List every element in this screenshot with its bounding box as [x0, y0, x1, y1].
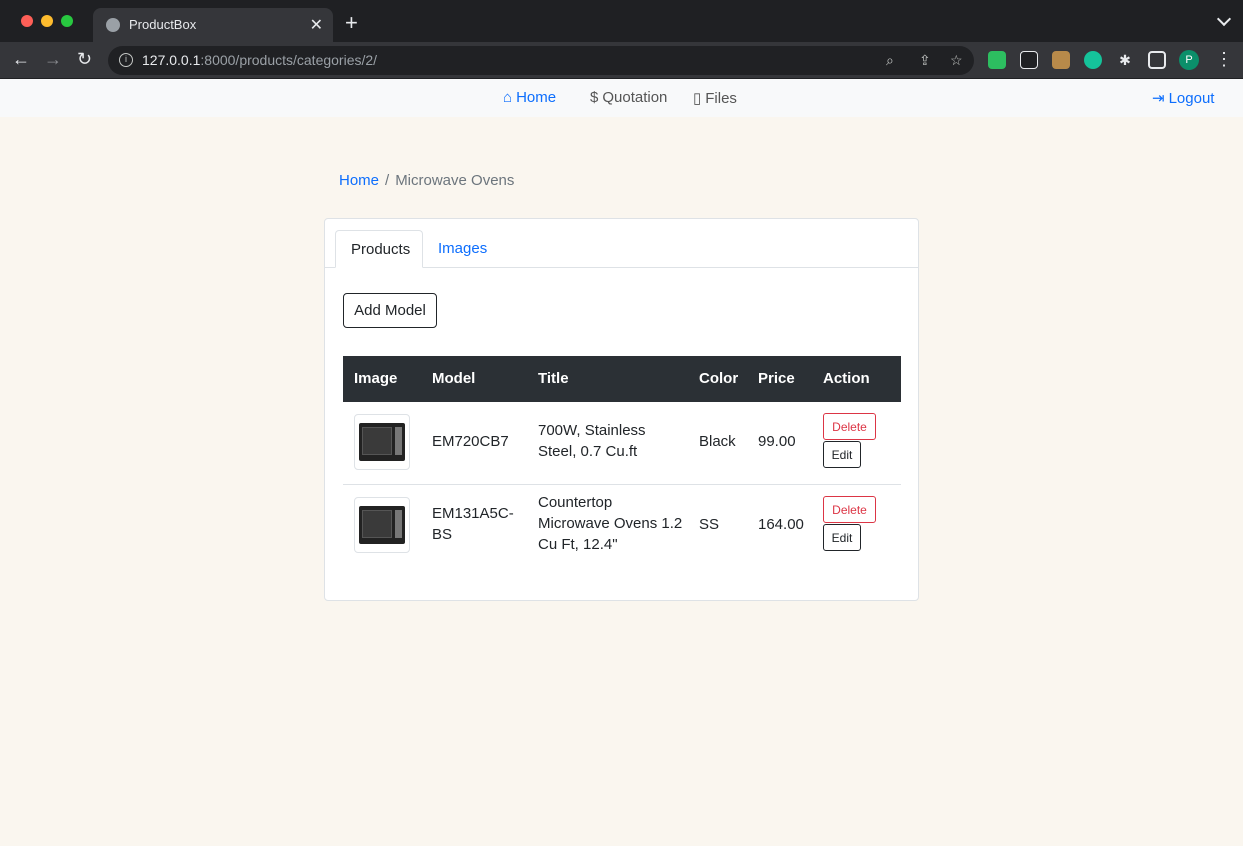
- nav-home-link[interactable]: ⌂ Home: [503, 89, 556, 106]
- color-cell: SS: [699, 516, 720, 533]
- add-model-button[interactable]: Add Model: [343, 293, 437, 328]
- browser-tab[interactable]: ProductBox ✕: [93, 8, 333, 42]
- header-image: Image: [354, 370, 398, 387]
- extension-icon[interactable]: [1052, 51, 1070, 69]
- header-color: Color: [699, 370, 739, 387]
- tab-products[interactable]: Products: [335, 230, 423, 268]
- price-cell: 99.00: [758, 433, 796, 450]
- side-panel-icon[interactable]: [1148, 51, 1166, 69]
- close-tab-icon[interactable]: ✕: [310, 15, 323, 35]
- dollar-icon: $: [590, 89, 599, 106]
- maximize-window-button[interactable]: [61, 15, 73, 27]
- title-cell: Countertop Microwave Ovens 1.2 Cu Ft, 12…: [538, 494, 683, 553]
- address-bar[interactable]: i 127.0.0.1:8000/products/categories/2/ …: [108, 46, 974, 75]
- products-card: Products Images Add Model Image Model Ti…: [324, 218, 919, 601]
- tab-images[interactable]: Images: [423, 230, 502, 268]
- edit-button[interactable]: Edit: [823, 524, 861, 551]
- table-header: Image Model Title Color Price Action: [343, 356, 901, 402]
- app-navbar: ⌂ Home $ Quotation ▯ Files ⇥ Logout: [0, 79, 1243, 117]
- product-image[interactable]: [354, 414, 410, 470]
- header-title: Title: [538, 370, 569, 387]
- minimize-window-button[interactable]: [41, 15, 53, 27]
- file-icon: ▯: [693, 90, 702, 107]
- close-window-button[interactable]: [21, 15, 33, 27]
- edit-button[interactable]: Edit: [823, 441, 861, 468]
- color-cell: Black: [699, 433, 736, 450]
- product-image[interactable]: [354, 497, 410, 553]
- nav-files-link[interactable]: ▯ Files: [693, 89, 737, 107]
- delete-button[interactable]: Delete: [823, 496, 876, 523]
- browser-tab-strip: ProductBox ✕ +: [0, 0, 1243, 42]
- breadcrumb-separator: /: [385, 172, 390, 189]
- model-cell: EM131A5C- BS: [432, 505, 514, 543]
- browser-toolbar: ← → ↻ i 127.0.0.1:8000/products/categori…: [0, 42, 1243, 79]
- profile-avatar[interactable]: P: [1179, 50, 1199, 70]
- more-menu-icon[interactable]: ⋮: [1215, 49, 1233, 69]
- back-arrow-icon[interactable]: ←: [12, 49, 30, 69]
- reload-icon[interactable]: ↻: [77, 49, 92, 69]
- nav-logout-link[interactable]: ⇥ Logout: [1152, 89, 1214, 107]
- new-tab-icon[interactable]: +: [345, 12, 358, 34]
- header-price: Price: [758, 370, 795, 387]
- tab-title: ProductBox: [129, 17, 197, 32]
- model-cell: EM720CB7: [432, 433, 509, 450]
- price-cell: 164.00: [758, 516, 804, 533]
- nav-quotation-link[interactable]: $ Quotation: [590, 89, 667, 106]
- breadcrumb: Home / Microwave Ovens: [339, 172, 514, 189]
- breadcrumb-current: Microwave Ovens: [395, 172, 515, 189]
- extension-icon[interactable]: [1020, 51, 1038, 69]
- forward-arrow-icon[interactable]: →: [44, 49, 62, 69]
- logout-icon: ⇥: [1152, 90, 1165, 107]
- globe-icon: [106, 18, 120, 32]
- header-model: Model: [432, 370, 476, 387]
- site-info-icon[interactable]: i: [119, 53, 133, 67]
- table-row: EM131A5C- BS Countertop Microwave Ovens …: [343, 485, 901, 568]
- bookmark-star-icon[interactable]: ☆: [950, 52, 963, 69]
- grammarly-icon[interactable]: [1084, 51, 1102, 69]
- breadcrumb-home-link[interactable]: Home: [339, 172, 379, 189]
- header-action: Action: [823, 370, 870, 387]
- zoom-icon[interactable]: ⌕: [886, 52, 894, 69]
- delete-button[interactable]: Delete: [823, 413, 876, 440]
- evernote-extension-icon[interactable]: [988, 51, 1006, 69]
- share-icon[interactable]: ⇪: [919, 52, 931, 69]
- puzzle-extensions-icon[interactable]: ✱: [1116, 51, 1134, 69]
- home-icon: ⌂: [503, 89, 513, 106]
- title-cell: 700W, Stainless Steel, 0.7 Cu.ft: [538, 422, 646, 460]
- tab-search-chevron-icon[interactable]: [1216, 11, 1232, 27]
- table-row: EM720CB7 700W, Stainless Steel, 0.7 Cu.f…: [343, 402, 901, 485]
- url-text[interactable]: 127.0.0.1:8000/products/categories/2/: [142, 52, 377, 68]
